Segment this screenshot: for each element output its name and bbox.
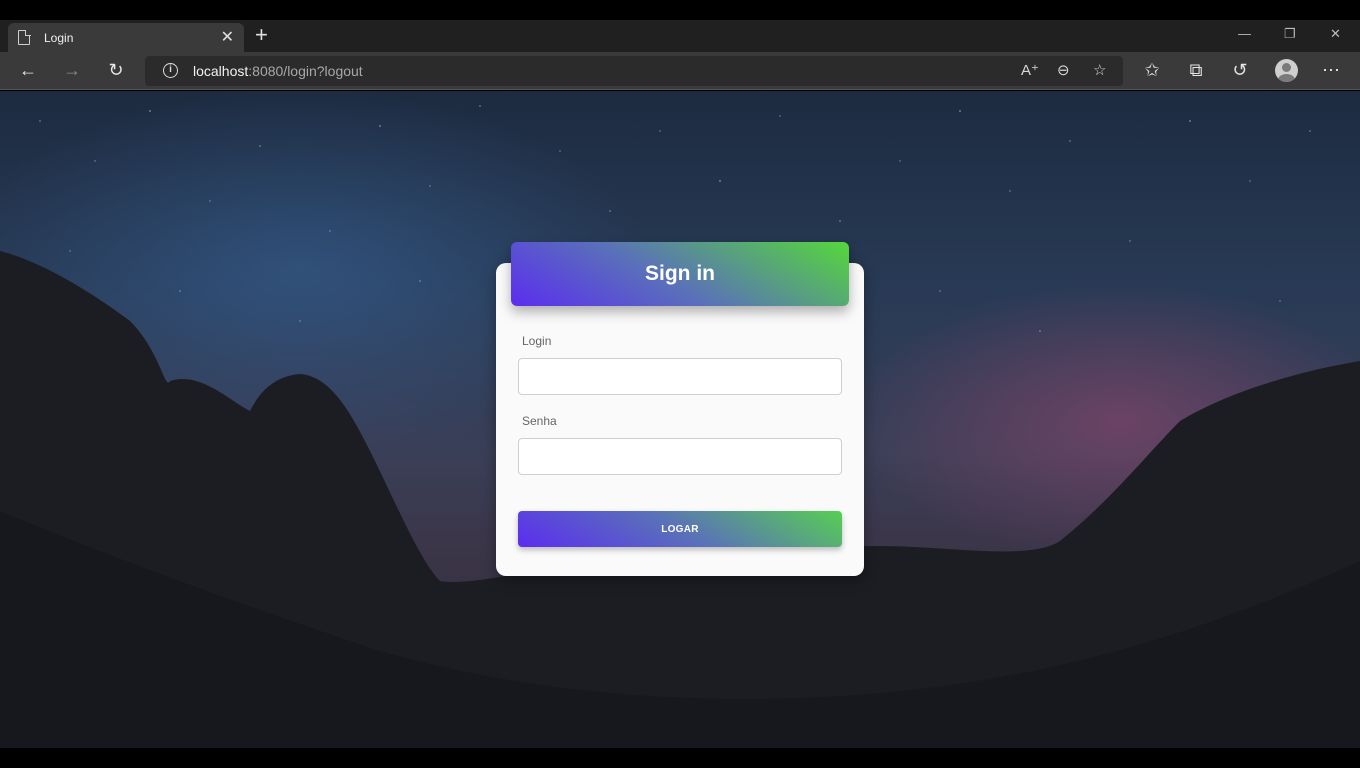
refresh-icon[interactable]: ↻ bbox=[105, 60, 127, 80]
back-icon[interactable]: ← bbox=[17, 60, 39, 80]
forward-icon[interactable]: → bbox=[61, 60, 83, 80]
login-button-label: LOGAR bbox=[661, 523, 699, 535]
tab-close-icon[interactable]: ✕ bbox=[221, 29, 234, 46]
browser-toolbar: ← → ↻ i localhost:8080/login?logout A⁺ ⊖… bbox=[0, 52, 1360, 90]
login-input[interactable] bbox=[518, 358, 842, 395]
profile-icon[interactable] bbox=[1275, 59, 1298, 82]
letterbox-bottom bbox=[0, 748, 1360, 768]
login-button[interactable]: LOGAR bbox=[518, 511, 842, 547]
card-header: Sign in bbox=[511, 242, 849, 306]
browser-tabbar: Login ✕ + — ❐ ✕ bbox=[0, 20, 1360, 52]
page-title: Sign in bbox=[645, 262, 715, 285]
close-window-button[interactable]: ✕ bbox=[1330, 26, 1341, 42]
password-input[interactable] bbox=[518, 438, 842, 475]
address-bar[interactable]: i localhost:8080/login?logout A⁺ ⊖ ☆ bbox=[145, 56, 1123, 86]
more-icon[interactable]: ⋯ bbox=[1320, 60, 1342, 80]
login-label: Login bbox=[522, 334, 552, 348]
minimize-button[interactable]: — bbox=[1238, 26, 1251, 41]
favorites-icon[interactable]: ✩ bbox=[1141, 60, 1163, 80]
site-info-icon[interactable]: i bbox=[163, 63, 178, 78]
read-aloud-icon[interactable]: A⁺ bbox=[1021, 61, 1039, 79]
new-tab-button[interactable]: + bbox=[255, 24, 268, 46]
password-label: Senha bbox=[522, 414, 557, 428]
browser-tab[interactable]: Login ✕ bbox=[8, 23, 244, 52]
url-text[interactable]: localhost:8080/login?logout bbox=[193, 63, 363, 79]
page-icon bbox=[18, 29, 31, 45]
zoom-out-icon[interactable]: ⊖ bbox=[1057, 61, 1070, 79]
tab-title: Login bbox=[44, 30, 74, 45]
add-favorite-icon[interactable]: ☆ bbox=[1093, 61, 1106, 79]
letterbox-top bbox=[0, 0, 1360, 20]
history-icon[interactable]: ↺ bbox=[1229, 60, 1251, 80]
collections-icon[interactable]: ⧉ bbox=[1185, 60, 1207, 80]
restore-button[interactable]: ❐ bbox=[1284, 26, 1296, 42]
